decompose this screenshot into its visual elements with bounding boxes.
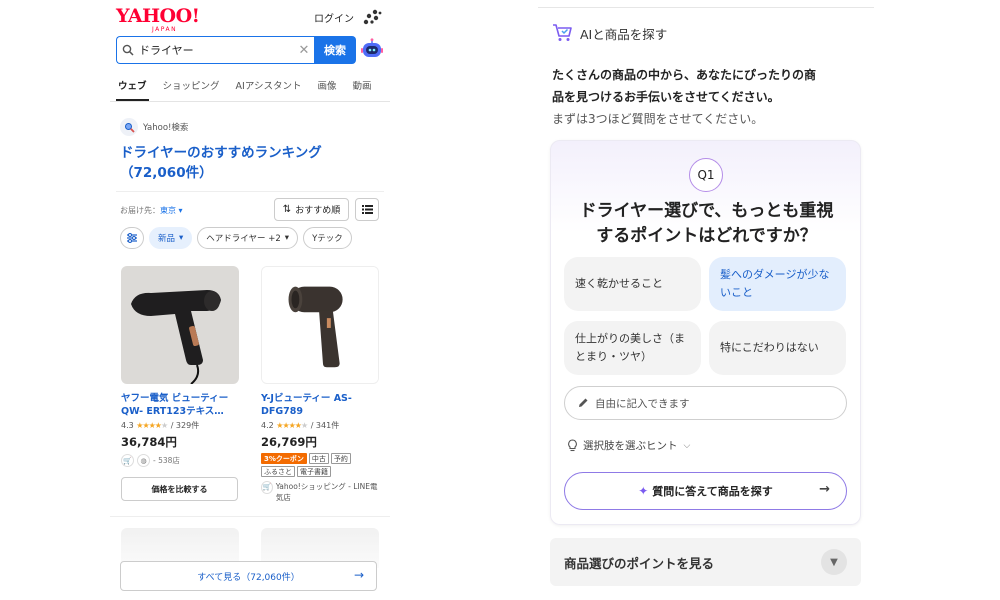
search-icon (122, 44, 134, 56)
lightbulb-icon (568, 439, 577, 452)
globe-icon: ◍ (137, 454, 150, 467)
search-bar: ドライヤー ✕ 検索 (116, 36, 356, 64)
question-number-badge: Q1 (689, 158, 723, 192)
list-view-button[interactable] (355, 198, 379, 221)
store-info: 🛒 ◍ - 538店 (121, 454, 239, 467)
tab-web[interactable]: ウェブ (110, 72, 155, 101)
ai-cart-icon (553, 24, 572, 41)
hint-toggle[interactable]: 選択肢を選ぶヒント ⌵ (567, 438, 690, 453)
rating: 4.3 ★★★★★ / 329件 (121, 421, 200, 430)
magnifier-icon (120, 118, 138, 136)
delivery-location[interactable]: お届け先：東京 ▾ (120, 205, 183, 216)
arrow-right-icon: → (819, 482, 830, 497)
compare-price-button[interactable]: 価格を比較する (121, 477, 238, 501)
right-screen: AIと商品を探す たくさんの商品の中から、あなたにぴったりの商 品を見つけるお手… (538, 0, 874, 600)
filter-chips: 新品 ▾ ヘアドライヤー +2 ▾ Yテック (120, 227, 390, 251)
pencil-icon (579, 398, 588, 407)
chevron-down-icon: ⌵ (683, 440, 691, 451)
star-rating-icon: ★★★★ (136, 421, 162, 430)
tab-video[interactable]: 動画 (344, 72, 379, 101)
clear-icon[interactable]: ✕ (294, 43, 314, 58)
product-price: 36,784円 (121, 435, 177, 449)
product-name[interactable]: ヤフー電気 ビューティー QW- ERT123テキス… (121, 392, 239, 418)
option-less-damage[interactable]: 髪へのダメージが少ないこと (709, 257, 846, 311)
divider (110, 516, 390, 517)
product-card[interactable]: Y-Jビューティー AS-DFG789 4.2 ★★★★★ / 341件 26,… (261, 266, 379, 503)
product-tags: 3%クーポン 中古 予約 ふるさと 電子書籍 (261, 453, 379, 477)
sort-button[interactable]: ⇅ おすすめ順 (274, 198, 349, 221)
divider (538, 7, 874, 8)
search-button[interactable]: 検索 (314, 36, 356, 64)
buying-points-accordion[interactable]: 商品選びのポイントを見る ▼ (550, 538, 861, 586)
question-card: Q1 ドライヤー選びで、もっとも重視 するポイントはどれですか？ 速く乾かせるこ… (550, 140, 861, 525)
chip-ytech[interactable]: Yテック (303, 227, 352, 249)
sparkle-icon: ✦ (638, 484, 649, 498)
option-fast-dry[interactable]: 速く乾かせること (564, 257, 701, 311)
list-icon (361, 205, 373, 214)
coupon-badge: 3%クーポン (261, 453, 307, 464)
cart-icon: 🛒 (121, 454, 134, 467)
services-menu-icon[interactable] (362, 9, 382, 25)
ai-assistant-icon[interactable] (361, 38, 383, 60)
sort-icon: ⇅ (282, 204, 292, 215)
yahoo-logo[interactable]: YAHOO! JAPAN (116, 7, 200, 34)
caret-down-icon: ▾ (179, 233, 184, 243)
caret-down-icon: ▾ (176, 206, 183, 215)
search-input[interactable]: ドライヤー ✕ (116, 36, 314, 64)
tag-used: 中古 (308, 453, 329, 464)
filter-button[interactable] (120, 227, 144, 249)
left-screen: YAHOO! JAPAN ログイン ドライヤー ✕ 検索 ウェブ ショッピング … (110, 0, 390, 600)
free-text-input[interactable]: 自由に記入できます (564, 386, 847, 420)
ranking-title[interactable]: ドライヤーのおすすめランキング（72,060件） (120, 143, 380, 183)
product-image[interactable] (261, 266, 379, 384)
tab-images[interactable]: 画像 (309, 72, 344, 101)
tag-furusato: ふるさと (261, 466, 295, 477)
product-name[interactable]: Y-Jビューティー AS-DFG789 (261, 392, 379, 418)
divider (116, 191, 384, 192)
product-card[interactable]: ヤフー電気 ビューティー QW- ERT123テキス… 4.3 ★★★★★ / … (121, 266, 239, 501)
chip-hairdryer[interactable]: ヘアドライヤー +2 ▾ (197, 227, 299, 249)
arrow-right-icon: → (353, 568, 364, 582)
rating: 4.2 ★★★★★ / 341件 (261, 421, 340, 430)
option-no-preference[interactable]: 特にこだわりはない (709, 321, 846, 375)
question-text: ドライヤー選びで、もっとも重視 するポイントはどれですか？ (579, 201, 834, 246)
filter-icon (127, 233, 137, 243)
tab-shopping[interactable]: ショッピング (155, 72, 228, 101)
answer-and-search-button[interactable]: ✦ 質問に答えて商品を探す → (564, 472, 847, 510)
chip-new[interactable]: 新品 ▾ (149, 227, 193, 249)
cart-icon: 🛒 (261, 481, 273, 494)
search-tabs: ウェブ ショッピング AIアシスタント 画像 動画 (110, 72, 390, 102)
search-value: ドライヤー (139, 44, 194, 57)
see-all-button[interactable]: すべて見る（72,060件） → (120, 561, 377, 591)
shop-info: 🛒 Yahoo!ショッピング - LINE電気店 (261, 481, 378, 502)
login-link[interactable]: ログイン (314, 10, 354, 25)
chevron-down-icon: ▼ (821, 549, 847, 575)
header: YAHOO! JAPAN ログイン (110, 0, 390, 36)
tag-ebook: 電子書籍 (297, 466, 331, 477)
intro-text: たくさんの商品の中から、あなたにぴったりの商 品を見つけるお手伝いをさせてくださ… (552, 68, 817, 126)
product-image[interactable] (121, 266, 239, 385)
tab-ai-assistant[interactable]: AIアシスタント (228, 72, 310, 101)
source-label: Yahoo!検索 (120, 118, 188, 136)
tag-reserve: 予約 (330, 453, 351, 464)
ai-search-header: AIと商品を探す (552, 23, 667, 43)
star-rating-icon: ★★★★ (276, 421, 302, 430)
option-finish-beauty[interactable]: 仕上がりの美しさ（まとまり・ツヤ） (564, 321, 701, 375)
caret-down-icon: ▾ (284, 233, 290, 243)
product-price: 26,769円 (261, 435, 317, 449)
